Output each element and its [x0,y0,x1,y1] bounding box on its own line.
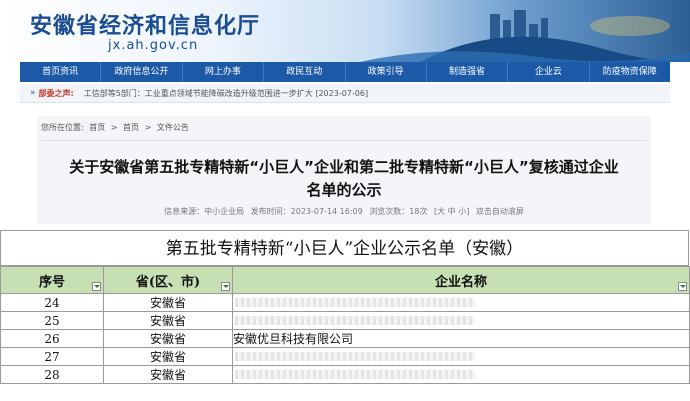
row-number: 25 [0,311,104,330]
meta-views: 浏览次数：18次 [369,207,428,216]
nav-item-interaction[interactable]: 政民互动 [264,62,346,82]
row-number: 24 [0,293,104,312]
row-province: 安徽省 [103,365,233,384]
article-title: 关于安徽省第五批专精特新“小巨人”企业和第二批专精特新“小巨人”复核通过企业 名… [37,156,651,202]
row-company-redacted [232,365,690,384]
nav-item-enterprise-cloud[interactable]: 企业云 [508,62,590,82]
ticker-link[interactable]: 工信部等5部门：工业重点领域节能降碳改造升级范围进一步扩大 [2023-07-0… [84,88,368,99]
company-list-sheet: 第五批专精特新“小巨人”企业公示名单（安徽） 序号 省(区、市) 企业名称 24… [0,230,690,401]
table-row: 27 安徽省 [0,347,690,366]
row-province: 安徽省 [103,293,233,312]
nav-item-epidemic-supplies[interactable]: 防疫物资保障 [590,62,670,82]
news-ticker: » 部委之声: 工信部等5部门：工业重点领域节能降碳改造升级范围进一步扩大 [2… [20,84,670,103]
breadcrumb-separator: > [110,123,118,132]
row-number: 27 [0,347,104,366]
row-province: 安徽省 [103,347,233,366]
breadcrumb-prefix: 您所在位置: [41,123,84,132]
site-title: 安徽省经济和信息化厅 [30,14,261,39]
column-header-company: 企业名称 [232,266,690,294]
meta-source: 信息来源：中小企业局 [164,207,245,216]
breadcrumb-home-link-2[interactable]: 首页 [123,123,139,132]
nav-item-policy[interactable]: 政策引导 [346,62,427,82]
article-meta: 信息来源：中小企业局 发布时间：2023-07-14 16:09 浏览次数：18… [37,206,651,217]
row-company: 安徽优旦科技有限公司 [232,329,690,348]
nav-item-manufacturing[interactable]: 制造强省 [427,62,509,82]
redacted-text [235,352,475,361]
breadcrumb-current[interactable]: 文件公告 [157,123,189,132]
breadcrumb-home-link[interactable]: 首页 [89,123,105,132]
nav-item-gov-info[interactable]: 政府信息公开 [101,62,183,82]
table-header-row: 序号 省(区、市) 企业名称 [0,266,690,294]
row-company-redacted [232,293,690,312]
article-panel: 您所在位置: 首页 > 首页 > 文件公告 关于安徽省第五批专精特新“小巨人”企… [37,116,651,224]
nav-item-online-services[interactable]: 网上办事 [183,62,265,82]
font-size-control[interactable]: [大 中 小] [434,207,469,216]
city-skyline-image [360,10,690,62]
row-province: 安徽省 [103,311,233,330]
row-company-redacted [232,311,690,330]
redacted-text [235,316,475,325]
table-row: 26 安徽省 安徽优旦科技有限公司 [0,329,690,348]
breadcrumb-divider [41,140,647,141]
site-banner: 安徽省经济和信息化厅 jx.ah.gov.cn [0,0,690,62]
main-nav: 首页资讯 政府信息公开 网上办事 政民互动 政策引导 制造强省 企业云 防疫物资… [20,62,670,82]
filter-dropdown-icon[interactable] [92,282,101,291]
filter-dropdown-icon[interactable] [678,282,687,291]
sheet-title: 第五批专精特新“小巨人”企业公示名单（安徽） [0,230,689,266]
table-row: 24 安徽省 [0,293,690,312]
auto-scroll-hint: 双击自动滚屏 [475,207,524,216]
meta-published: 发布时间：2023-07-14 16:09 [250,207,363,216]
redacted-text [235,298,475,307]
column-header-province: 省(区、市) [103,266,233,294]
nav-item-home[interactable]: 首页资讯 [20,62,102,82]
company-table: 序号 省(区、市) 企业名称 24 安徽省 25 安徽省 26 安徽省 安徽优旦… [0,266,690,384]
double-arrow-icon: » [30,88,36,98]
column-header-no: 序号 [0,266,104,294]
row-province: 安徽省 [103,329,233,348]
ticker-label: 部委之声: [38,88,74,98]
table-row: 28 安徽省 [0,365,690,384]
table-row: 25 安徽省 [0,311,690,330]
site-url: jx.ah.gov.cn [108,38,199,53]
breadcrumb-separator-2: > [144,123,152,132]
redacted-text [235,370,475,379]
article-title-line-2: 名单的公示 [306,181,382,199]
row-number: 28 [0,365,104,384]
row-company-redacted [232,347,690,366]
row-number: 26 [0,329,104,348]
breadcrumb: 您所在位置: 首页 > 首页 > 文件公告 [41,122,192,133]
filter-dropdown-icon[interactable] [221,282,230,291]
article-title-line-1: 关于安徽省第五批专精特新“小巨人”企业和第二批专精特新“小巨人”复核通过企业 [69,158,619,176]
